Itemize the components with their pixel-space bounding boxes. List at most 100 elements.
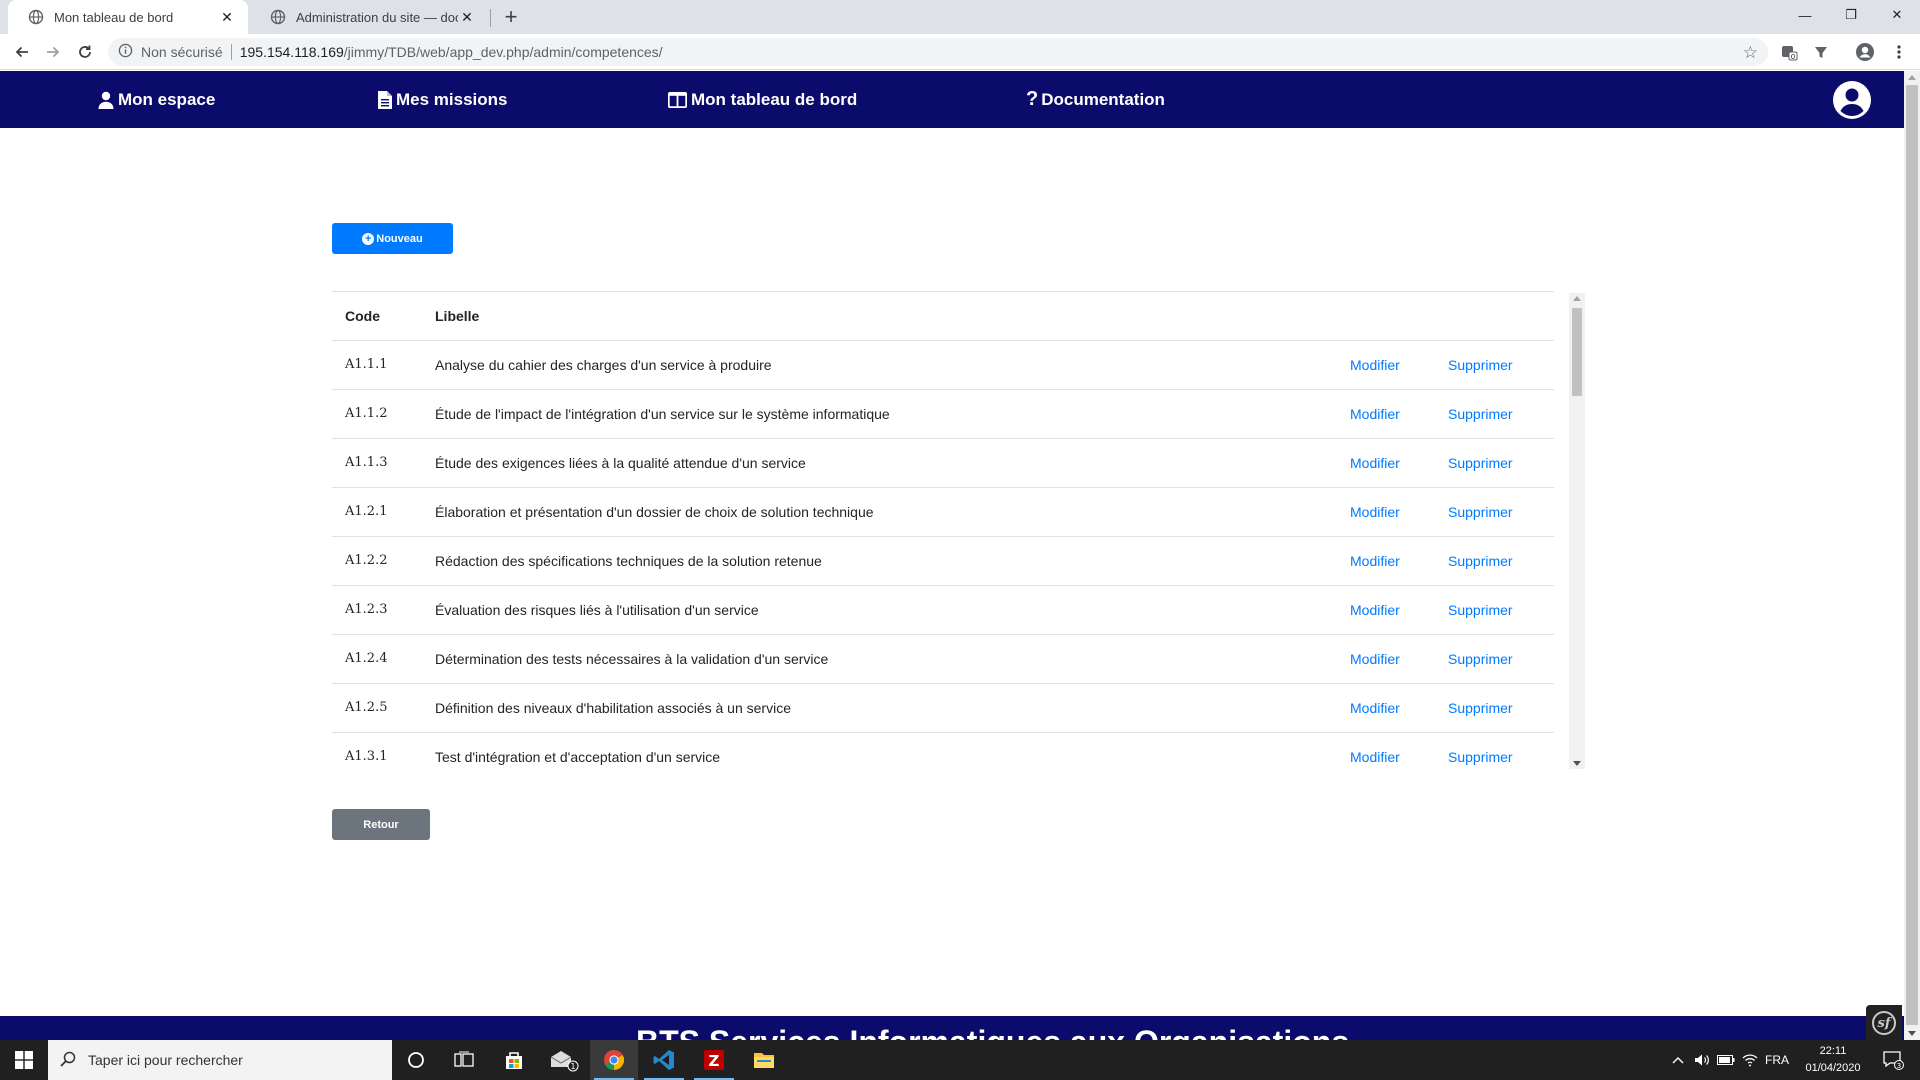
close-icon[interactable]: ✕ (458, 8, 476, 26)
nav-label: Documentation (1041, 89, 1165, 109)
modifier-link[interactable]: Modifier (1350, 390, 1400, 438)
supprimer-link[interactable]: Supprimer (1448, 733, 1513, 770)
address-bar[interactable]: Non sécurisé 195.154.118.169/jimmy/TDB/w… (108, 38, 1768, 66)
nav-mon-tableau-de-bord[interactable]: Mon tableau de bord (668, 71, 857, 128)
symfony-toolbar-icon[interactable]: sf (1866, 1005, 1902, 1041)
minimize-button[interactable]: — (1782, 0, 1828, 30)
table-scrollbar[interactable] (1569, 293, 1585, 769)
scroll-up-arrow-icon[interactable] (1573, 296, 1581, 301)
scroll-down-arrow-icon[interactable] (1908, 1031, 1916, 1036)
url-host: 195.154.118.169 (239, 44, 344, 60)
close-icon[interactable]: ✕ (218, 8, 236, 26)
notification-count: 3 (1897, 1062, 1901, 1070)
scroll-up-arrow-icon[interactable] (1908, 75, 1916, 80)
windows-start-icon[interactable] (0, 1040, 48, 1080)
filezilla-icon[interactable]: Z (690, 1040, 738, 1080)
supprimer-link[interactable]: Supprimer (1448, 537, 1513, 585)
nav-label: Mes missions (396, 89, 508, 109)
forward-button[interactable] (40, 39, 66, 65)
store-icon[interactable] (490, 1040, 538, 1080)
table-row: A1.1.3 Étude des exigences liées à la qua… (332, 439, 1554, 488)
modifier-link[interactable]: Modifier (1350, 635, 1400, 683)
volume-icon[interactable] (1690, 1040, 1714, 1080)
nav-mon-espace[interactable]: Mon espace (98, 71, 215, 128)
supprimer-link[interactable]: Supprimer (1448, 488, 1513, 536)
user-icon (98, 91, 114, 109)
profile-icon[interactable] (1854, 41, 1876, 63)
extension-icon[interactable]: 0 (1778, 41, 1800, 63)
reload-button[interactable] (72, 39, 98, 65)
tray-chevron-icon[interactable] (1666, 1040, 1690, 1080)
columns-icon (668, 91, 687, 108)
browser-tab-active[interactable]: Mon tableau de bord ✕ (8, 0, 248, 34)
table-row: A1.3.1 Test d'intégration et d'acceptatio… (332, 733, 1554, 770)
supprimer-link[interactable]: Supprimer (1448, 586, 1513, 634)
scrollbar-thumb[interactable] (1906, 85, 1918, 1025)
window-close-button[interactable]: ✕ (1874, 0, 1920, 30)
modifier-link[interactable]: Modifier (1350, 537, 1400, 585)
task-view-icon[interactable] (440, 1040, 488, 1080)
supprimer-link[interactable]: Supprimer (1448, 439, 1513, 487)
back-retour-button[interactable]: Retour (332, 809, 430, 840)
modifier-link[interactable]: Modifier (1350, 586, 1400, 634)
modifier-link[interactable]: Modifier (1350, 733, 1400, 770)
menu-dots-icon[interactable] (1888, 41, 1910, 63)
table-row: A1.2.3 Évaluation des risques liés à l'ut… (332, 586, 1554, 635)
notification-center-icon[interactable]: 3 (1876, 1040, 1910, 1080)
nav-mes-missions[interactable]: Mes missions (378, 71, 508, 128)
chrome-icon[interactable] (590, 1040, 638, 1080)
supprimer-link[interactable]: Supprimer (1448, 684, 1513, 732)
table-row: A1.2.2 Rédaction des spécifications techn… (332, 537, 1554, 586)
new-tab-button[interactable]: + (498, 4, 524, 30)
cell-libelle: Étude des exigences liées à la qualité a… (435, 455, 806, 471)
restore-button[interactable]: ❐ (1828, 0, 1874, 30)
svg-text:Z: Z (709, 1052, 720, 1070)
globe-icon (270, 9, 286, 25)
tab-title: Mon tableau de bord (54, 9, 174, 25)
battery-icon[interactable] (1714, 1040, 1738, 1080)
cell-libelle: Rédaction des spécifications techniques … (435, 553, 822, 569)
info-icon[interactable] (118, 43, 133, 61)
footer-text: BTS Services Informatiques aux Organisat… (636, 1024, 1349, 1040)
scroll-down-arrow-icon[interactable] (1573, 761, 1581, 766)
bookmark-star-icon[interactable]: ☆ (1743, 43, 1758, 63)
windows-taskbar: Taper ici pour rechercher 1 Z FRA 22:11 (0, 1040, 1920, 1080)
tab-divider (490, 9, 491, 27)
cell-code: A1.1.3 (345, 455, 388, 470)
browser-toolbar: Non sécurisé 195.154.118.169/jimmy/TDB/w… (0, 34, 1920, 70)
taskbar-search[interactable]: Taper ici pour rechercher (48, 1040, 392, 1080)
nav-documentation[interactable]: ? Documentation (1026, 71, 1165, 128)
cell-libelle: Test d'intégration et d'acceptation d'un… (435, 749, 721, 765)
taskbar-clock[interactable]: 22:11 01/04/2020 (1788, 1043, 1878, 1077)
back-button[interactable] (9, 39, 35, 65)
modifier-link[interactable]: Modifier (1350, 684, 1400, 732)
filter-extension-icon[interactable] (1810, 41, 1832, 63)
user-circle-icon[interactable] (1832, 80, 1872, 120)
mail-badge: 1 (570, 1062, 575, 1071)
scrollbar-thumb[interactable] (1572, 308, 1582, 396)
supprimer-link[interactable]: Supprimer (1448, 390, 1513, 438)
nav-label: Mon espace (118, 89, 216, 109)
address-divider (230, 44, 232, 60)
file-icon (378, 90, 392, 109)
wifi-icon[interactable] (1738, 1040, 1762, 1080)
supprimer-link[interactable]: Supprimer (1448, 635, 1513, 683)
header-libelle: Libelle (435, 308, 480, 324)
cell-code: A1.2.2 (345, 553, 388, 568)
cell-code: A1.2.3 (345, 602, 388, 617)
cortana-icon[interactable] (392, 1040, 440, 1080)
modifier-link[interactable]: Modifier (1350, 439, 1400, 487)
file-explorer-icon[interactable] (740, 1040, 788, 1080)
vscode-icon[interactable] (640, 1040, 688, 1080)
modifier-link[interactable]: Modifier (1350, 341, 1400, 389)
new-button-label: Nouveau (376, 232, 423, 245)
supprimer-link[interactable]: Supprimer (1448, 341, 1513, 389)
mail-icon[interactable]: 1 (540, 1040, 588, 1080)
modifier-link[interactable]: Modifier (1350, 488, 1400, 536)
cell-libelle: Détermination des tests nécessaires à la… (435, 651, 829, 667)
cell-libelle: Définition des niveaux d'habilitation as… (435, 700, 791, 716)
cell-code: A1.3.1 (345, 749, 388, 764)
browser-tab[interactable]: Administration du site — docum ✕ (250, 0, 488, 34)
page-scrollbar[interactable] (1904, 71, 1920, 1040)
new-button[interactable]: + Nouveau (332, 223, 453, 254)
